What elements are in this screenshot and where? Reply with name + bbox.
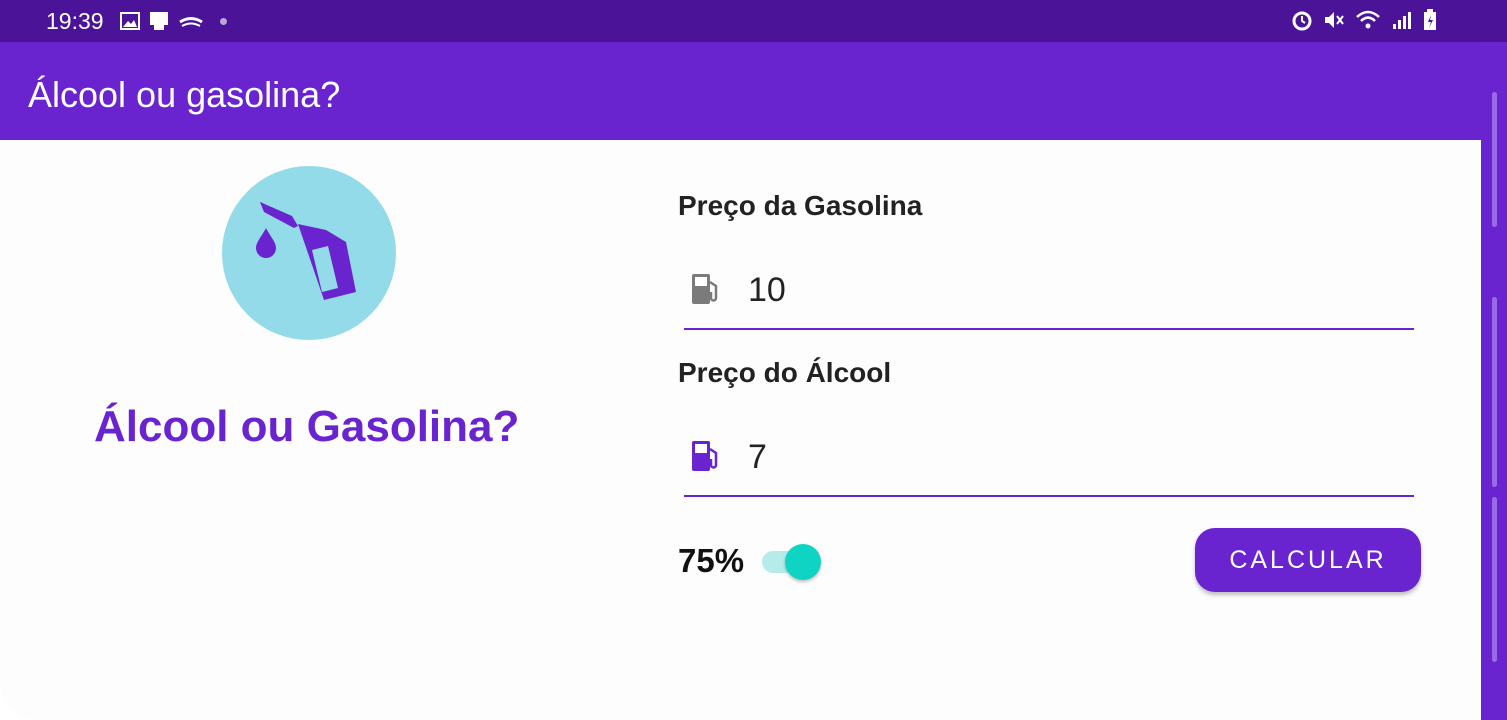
- image-icon: [120, 12, 140, 30]
- screen-cast-icon: [150, 12, 168, 30]
- mute-icon: [1325, 12, 1344, 28]
- hero-title: Álcool ou Gasolina?: [94, 402, 520, 451]
- status-left-icons: [120, 11, 227, 31]
- gasolina-input[interactable]: [748, 268, 1348, 312]
- alarm-icon: [1292, 11, 1312, 31]
- status-right-icons: [1291, 9, 1437, 31]
- alcool-label: Preço do Álcool: [678, 357, 892, 388]
- gasolina-field[interactable]: [684, 258, 1414, 330]
- calcular-button[interactable]: CALCULAR: [1195, 528, 1421, 592]
- logo-circle: [222, 166, 396, 340]
- wifi-icon: [1356, 10, 1380, 29]
- scroll-indicator-bottom[interactable]: [1492, 497, 1497, 662]
- percent-switch[interactable]: [762, 544, 822, 580]
- status-time: 19:39: [46, 8, 104, 34]
- alcool-field[interactable]: [684, 425, 1414, 497]
- switch-thumb: [785, 544, 821, 580]
- scroll-indicator-mid[interactable]: [1492, 297, 1497, 487]
- gas-station-icon: [692, 441, 718, 471]
- status-bar: 19:39: [0, 0, 1507, 42]
- alcool-input[interactable]: [748, 435, 1348, 479]
- gasolina-label: Preço da Gasolina: [678, 190, 923, 221]
- percent-label: 75%: [678, 542, 745, 579]
- app-bar: Álcool ou gasolina?: [0, 42, 1481, 140]
- fuel-pump-icon: [256, 202, 356, 300]
- signal-icon: [1393, 12, 1411, 29]
- gas-station-icon: [692, 274, 718, 304]
- battery-icon: [1424, 9, 1436, 30]
- notification-dot: [220, 17, 227, 25]
- ifood-icon: [179, 17, 203, 27]
- scroll-indicator-top[interactable]: [1492, 92, 1497, 227]
- edge-panel: [1481, 42, 1507, 720]
- app-bar-title: Álcool ou gasolina?: [28, 74, 341, 115]
